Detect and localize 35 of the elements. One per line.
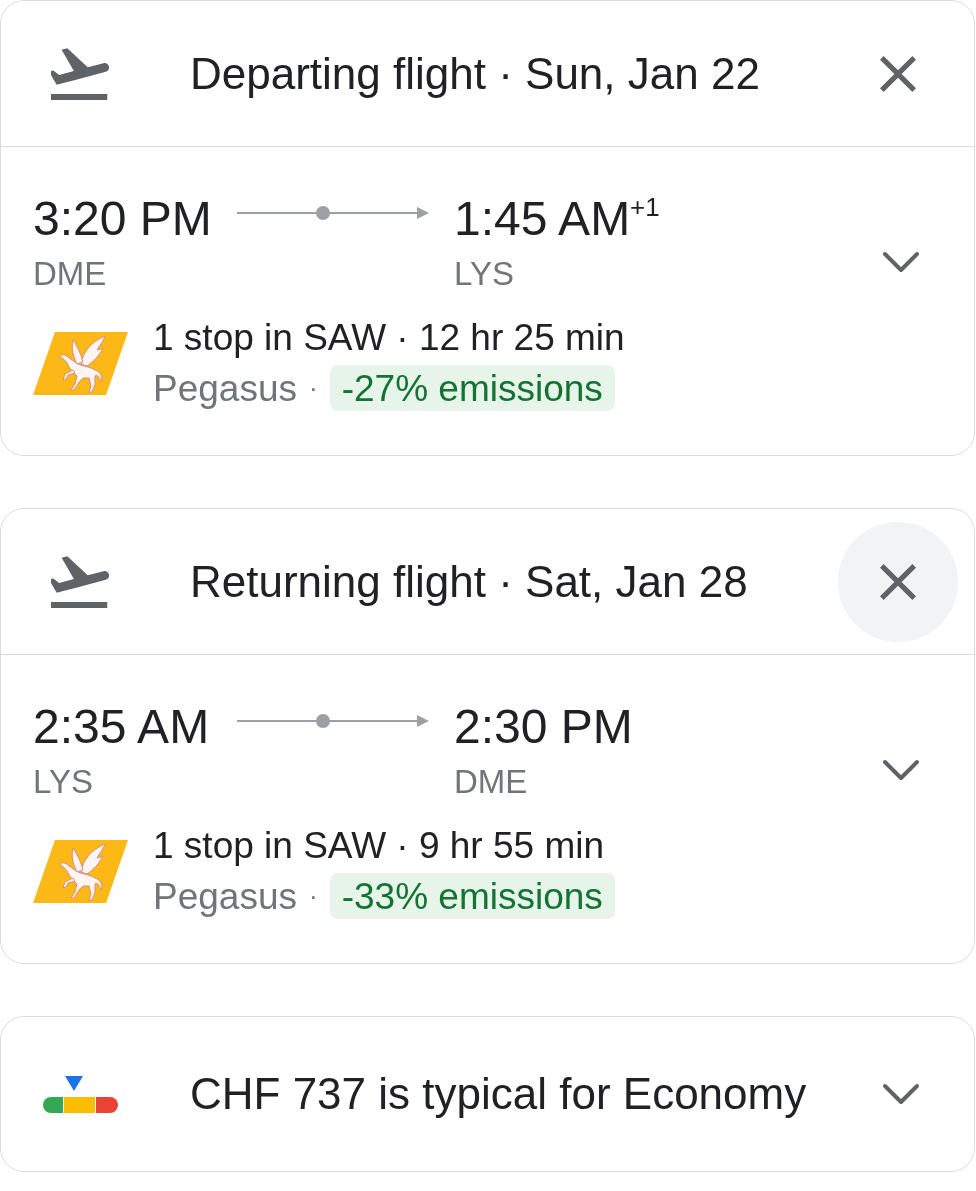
close-icon: [880, 563, 916, 600]
close-icon: [880, 55, 916, 92]
separator-dot: ·: [309, 375, 318, 401]
close-button[interactable]: [880, 55, 916, 92]
emissions-badge: -33% emissions: [329, 873, 615, 919]
expand-button[interactable]: [882, 758, 920, 782]
chevron-down-icon: [882, 1082, 920, 1106]
departure-airport: DME: [33, 257, 107, 290]
chevron-down-icon: [882, 758, 920, 782]
arrival-airport: LYS: [454, 257, 514, 290]
plane-takeoff-icon: [51, 47, 109, 100]
winged-horse-logo-icon: [33, 840, 128, 903]
chevron-down-icon: [882, 250, 920, 274]
expand-button[interactable]: [882, 250, 920, 274]
expand-button[interactable]: [882, 1082, 920, 1106]
stops-duration: 1 stop in SAW · 9 hr 55 min: [153, 827, 605, 864]
route-arrow-icon: [237, 206, 429, 220]
plane-takeoff-icon: [51, 555, 109, 608]
winged-horse-logo-icon: [33, 332, 128, 395]
price-insight-text: CHF 737 is typical for Economy: [190, 1072, 808, 1116]
airline-name: Pegasus: [153, 877, 297, 915]
card-title: Returning flight · Sat, Jan 28: [190, 559, 749, 604]
stops-duration: 1 stop in SAW · 12 hr 25 min: [153, 319, 625, 356]
departure-time: 2:35 AM: [33, 703, 210, 751]
departure-time: 3:20 PM: [33, 195, 212, 243]
arrival-time: 2:30 PM: [454, 703, 633, 751]
airline-name: Pegasus: [153, 369, 297, 407]
price-range-icon: [43, 1075, 118, 1113]
departure-airport: LYS: [33, 765, 93, 798]
arrival-airport: DME: [454, 765, 528, 798]
emissions-badge: -27% emissions: [329, 365, 615, 411]
route-arrow-icon: [237, 714, 429, 728]
card-title: Departing flight · Sun, Jan 22: [190, 51, 761, 96]
separator-dot: ·: [309, 883, 318, 909]
arrival-time: 1:45 AM$^{+1}$: [454, 195, 660, 243]
